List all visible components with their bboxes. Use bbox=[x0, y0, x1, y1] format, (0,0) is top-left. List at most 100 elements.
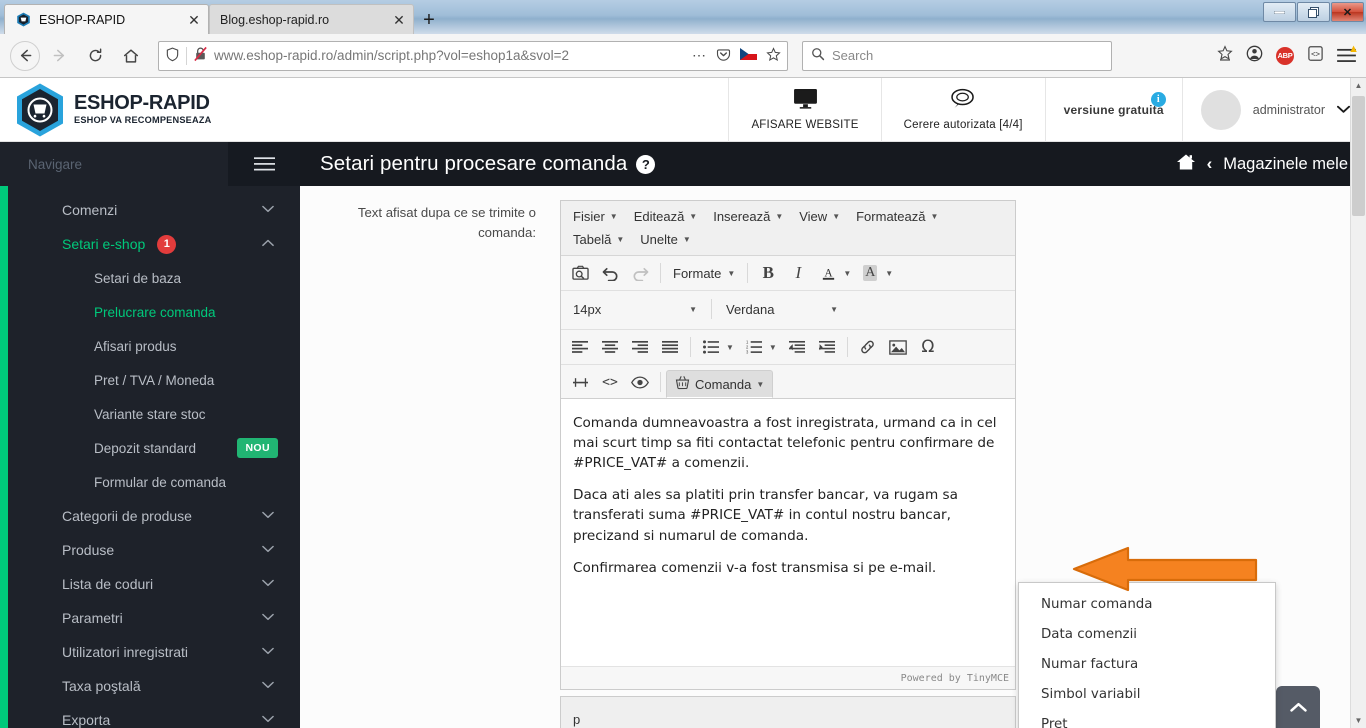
sidebar-item-utilizatori-inregistrati[interactable]: Utilizatori inregistrati bbox=[8, 635, 300, 669]
caret-icon[interactable]: ▼ bbox=[885, 269, 893, 278]
sidebar-item-exporta[interactable]: Exporta bbox=[8, 703, 300, 728]
menu-insereaza[interactable]: Inserează▼ bbox=[705, 205, 791, 228]
align-left-icon[interactable] bbox=[565, 333, 595, 361]
bullet-list-icon[interactable] bbox=[696, 333, 726, 361]
shield-icon[interactable] bbox=[165, 47, 180, 65]
page-scrollbar[interactable]: ▲ ▼ bbox=[1350, 78, 1366, 728]
sidebar-item-pret-tva-moneda[interactable]: Pret / TVA / Moneda bbox=[8, 363, 300, 397]
page-actions-icon[interactable]: ⋯ bbox=[692, 47, 707, 64]
chevron-down-icon[interactable] bbox=[262, 578, 274, 590]
sidebar-item-parametri[interactable]: Parametri bbox=[8, 601, 300, 635]
background-color-icon[interactable]: A bbox=[855, 259, 885, 287]
chevron-up-icon[interactable] bbox=[262, 238, 274, 250]
sidebar-item-setari-de-baza[interactable]: Setari de baza bbox=[8, 261, 300, 295]
adblock-plus-icon[interactable]: ABP bbox=[1276, 47, 1294, 65]
sidebar-item-formular-de-comanda[interactable]: Formular de comanda bbox=[8, 465, 300, 499]
align-right-icon[interactable] bbox=[625, 333, 655, 361]
bookmark-star-icon[interactable] bbox=[766, 47, 781, 65]
scroll-to-top-button[interactable] bbox=[1276, 686, 1320, 728]
sidebar-item-depozit-standard[interactable]: Depozit standard NOU bbox=[8, 431, 300, 465]
sidebar-item-produse[interactable]: Produse bbox=[8, 533, 300, 567]
tab-eshop-rapid[interactable]: ESHOP-RAPID ✕ bbox=[4, 4, 209, 34]
scrollbar-up-arrow-icon[interactable]: ▲ bbox=[1355, 78, 1363, 93]
home-button-icon[interactable] bbox=[114, 39, 148, 73]
sidebar-item-taxa-postala[interactable]: Taxa poştală bbox=[8, 669, 300, 703]
header-item-cerere-autorizata[interactable]: Cerere autorizata [4/4] bbox=[881, 78, 1045, 142]
app-logo[interactable]: ESHOP-RAPID ESHOP VA RECOMPENSEAZA bbox=[0, 82, 300, 138]
preview-search-icon[interactable] bbox=[565, 259, 595, 287]
url-bar[interactable]: www.eshop-rapid.ro/admin/script.php?vol=… bbox=[158, 41, 788, 71]
special-char-icon[interactable]: Ω bbox=[913, 333, 943, 361]
browser-menu-button[interactable]: ▲ bbox=[1337, 48, 1356, 63]
scrollbar-thumb[interactable] bbox=[1352, 96, 1365, 216]
sidebar-item-prelucrare-comanda[interactable]: Prelucrare comanda bbox=[8, 295, 300, 329]
search-bar[interactable]: Search bbox=[802, 41, 1112, 71]
chevron-down-icon[interactable] bbox=[262, 204, 274, 216]
menu-view[interactable]: View▼ bbox=[791, 205, 848, 228]
source-code-icon[interactable]: <> bbox=[595, 368, 625, 396]
formats-dropdown[interactable]: Formate▼ bbox=[666, 259, 742, 287]
menu-editeaza[interactable]: Editează▼ bbox=[626, 205, 706, 228]
dropdown-item-pret[interactable]: Pret bbox=[1019, 709, 1275, 728]
menu-tabela[interactable]: Tabelă▼ bbox=[565, 228, 632, 251]
indent-icon[interactable] bbox=[812, 333, 842, 361]
help-icon[interactable]: ? bbox=[636, 155, 655, 174]
lock-broken-icon[interactable] bbox=[193, 46, 208, 65]
dropdown-item-data-comenzii[interactable]: Data comenzii bbox=[1019, 619, 1275, 649]
text-color-icon[interactable]: A bbox=[813, 259, 843, 287]
bold-button[interactable]: B bbox=[753, 259, 783, 287]
outdent-icon[interactable] bbox=[782, 333, 812, 361]
back-button-icon[interactable] bbox=[10, 41, 40, 71]
caret-icon[interactable]: ▼ bbox=[769, 343, 777, 352]
dropdown-item-simbol-variabil[interactable]: Simbol variabil bbox=[1019, 679, 1275, 709]
sidebar-item-lista-de-coduri[interactable]: Lista de coduri bbox=[8, 567, 300, 601]
sidebar-toggle-button[interactable] bbox=[228, 142, 300, 186]
italic-button[interactable]: I bbox=[783, 259, 813, 287]
editor-content-area[interactable]: Comanda dumneavoastra a fost inregistrat… bbox=[561, 399, 1015, 667]
chevron-down-icon[interactable] bbox=[262, 680, 274, 692]
czech-flag-icon[interactable] bbox=[740, 48, 757, 63]
back-chevron-icon[interactable]: ‹ bbox=[1207, 154, 1213, 174]
sidebar-item-setari-eshop[interactable]: Setari e-shop 1 bbox=[8, 227, 300, 261]
image-icon[interactable] bbox=[883, 333, 913, 361]
dropdown-item-numar-factura[interactable]: Numar factura bbox=[1019, 649, 1275, 679]
close-button[interactable]: ✕ bbox=[1331, 2, 1364, 22]
bookmark-add-icon[interactable] bbox=[1217, 45, 1233, 66]
caret-icon[interactable]: ▼ bbox=[726, 343, 734, 352]
info-icon[interactable]: i bbox=[1151, 92, 1166, 107]
editor-elementpath[interactable]: p bbox=[560, 696, 1016, 728]
restore-button[interactable] bbox=[1297, 2, 1330, 22]
sidebar-item-variante-stare-stoc[interactable]: Variante stare stoc bbox=[8, 397, 300, 431]
align-justify-icon[interactable] bbox=[655, 333, 685, 361]
menu-unelte[interactable]: Unelte▼ bbox=[632, 228, 699, 251]
tab-close-icon[interactable]: ✕ bbox=[391, 12, 407, 28]
menu-fisier[interactable]: Fisier▼ bbox=[565, 205, 626, 228]
sidebar-item-categorii-de-produse[interactable]: Categorii de produse bbox=[8, 499, 300, 533]
comanda-dropdown-button[interactable]: Comanda ▼ bbox=[666, 370, 773, 398]
sidebar-item-afisari-produs[interactable]: Afisari produs bbox=[8, 329, 300, 363]
fontsize-dropdown[interactable]: 14px ▼ bbox=[565, 294, 705, 324]
text-color-control[interactable]: A ▼ bbox=[813, 259, 851, 287]
header-item-afisare-website[interactable]: AFISARE WEBSITE bbox=[728, 78, 880, 142]
chevron-down-icon[interactable] bbox=[262, 714, 274, 726]
reader-extension-icon[interactable]: <> bbox=[1307, 45, 1324, 67]
numbered-list-icon[interactable]: 123 bbox=[739, 333, 769, 361]
user-menu[interactable]: administrator bbox=[1182, 78, 1366, 142]
undo-icon[interactable] bbox=[595, 259, 625, 287]
chevron-down-icon[interactable] bbox=[262, 646, 274, 658]
minimize-button[interactable] bbox=[1263, 2, 1296, 22]
align-center-icon[interactable] bbox=[595, 333, 625, 361]
background-color-control[interactable]: A ▼ bbox=[855, 259, 893, 287]
link-icon[interactable] bbox=[853, 333, 883, 361]
breadcrumb-label[interactable]: Magazinele mele bbox=[1223, 155, 1348, 174]
header-item-version[interactable]: i versiune gratuita bbox=[1045, 78, 1182, 142]
chevron-down-icon[interactable] bbox=[262, 612, 274, 624]
horizontal-rule-icon[interactable] bbox=[565, 368, 595, 396]
sidebar-item-comenzi[interactable]: Comenzi bbox=[8, 193, 300, 227]
scrollbar-down-arrow-icon[interactable]: ▼ bbox=[1355, 713, 1363, 728]
chevron-down-icon[interactable] bbox=[1337, 102, 1350, 117]
menu-formateaza[interactable]: Formatează▼ bbox=[848, 205, 946, 228]
new-tab-button[interactable]: + bbox=[414, 6, 444, 34]
chevron-down-icon[interactable] bbox=[262, 544, 274, 556]
preview-eye-icon[interactable] bbox=[625, 368, 655, 396]
